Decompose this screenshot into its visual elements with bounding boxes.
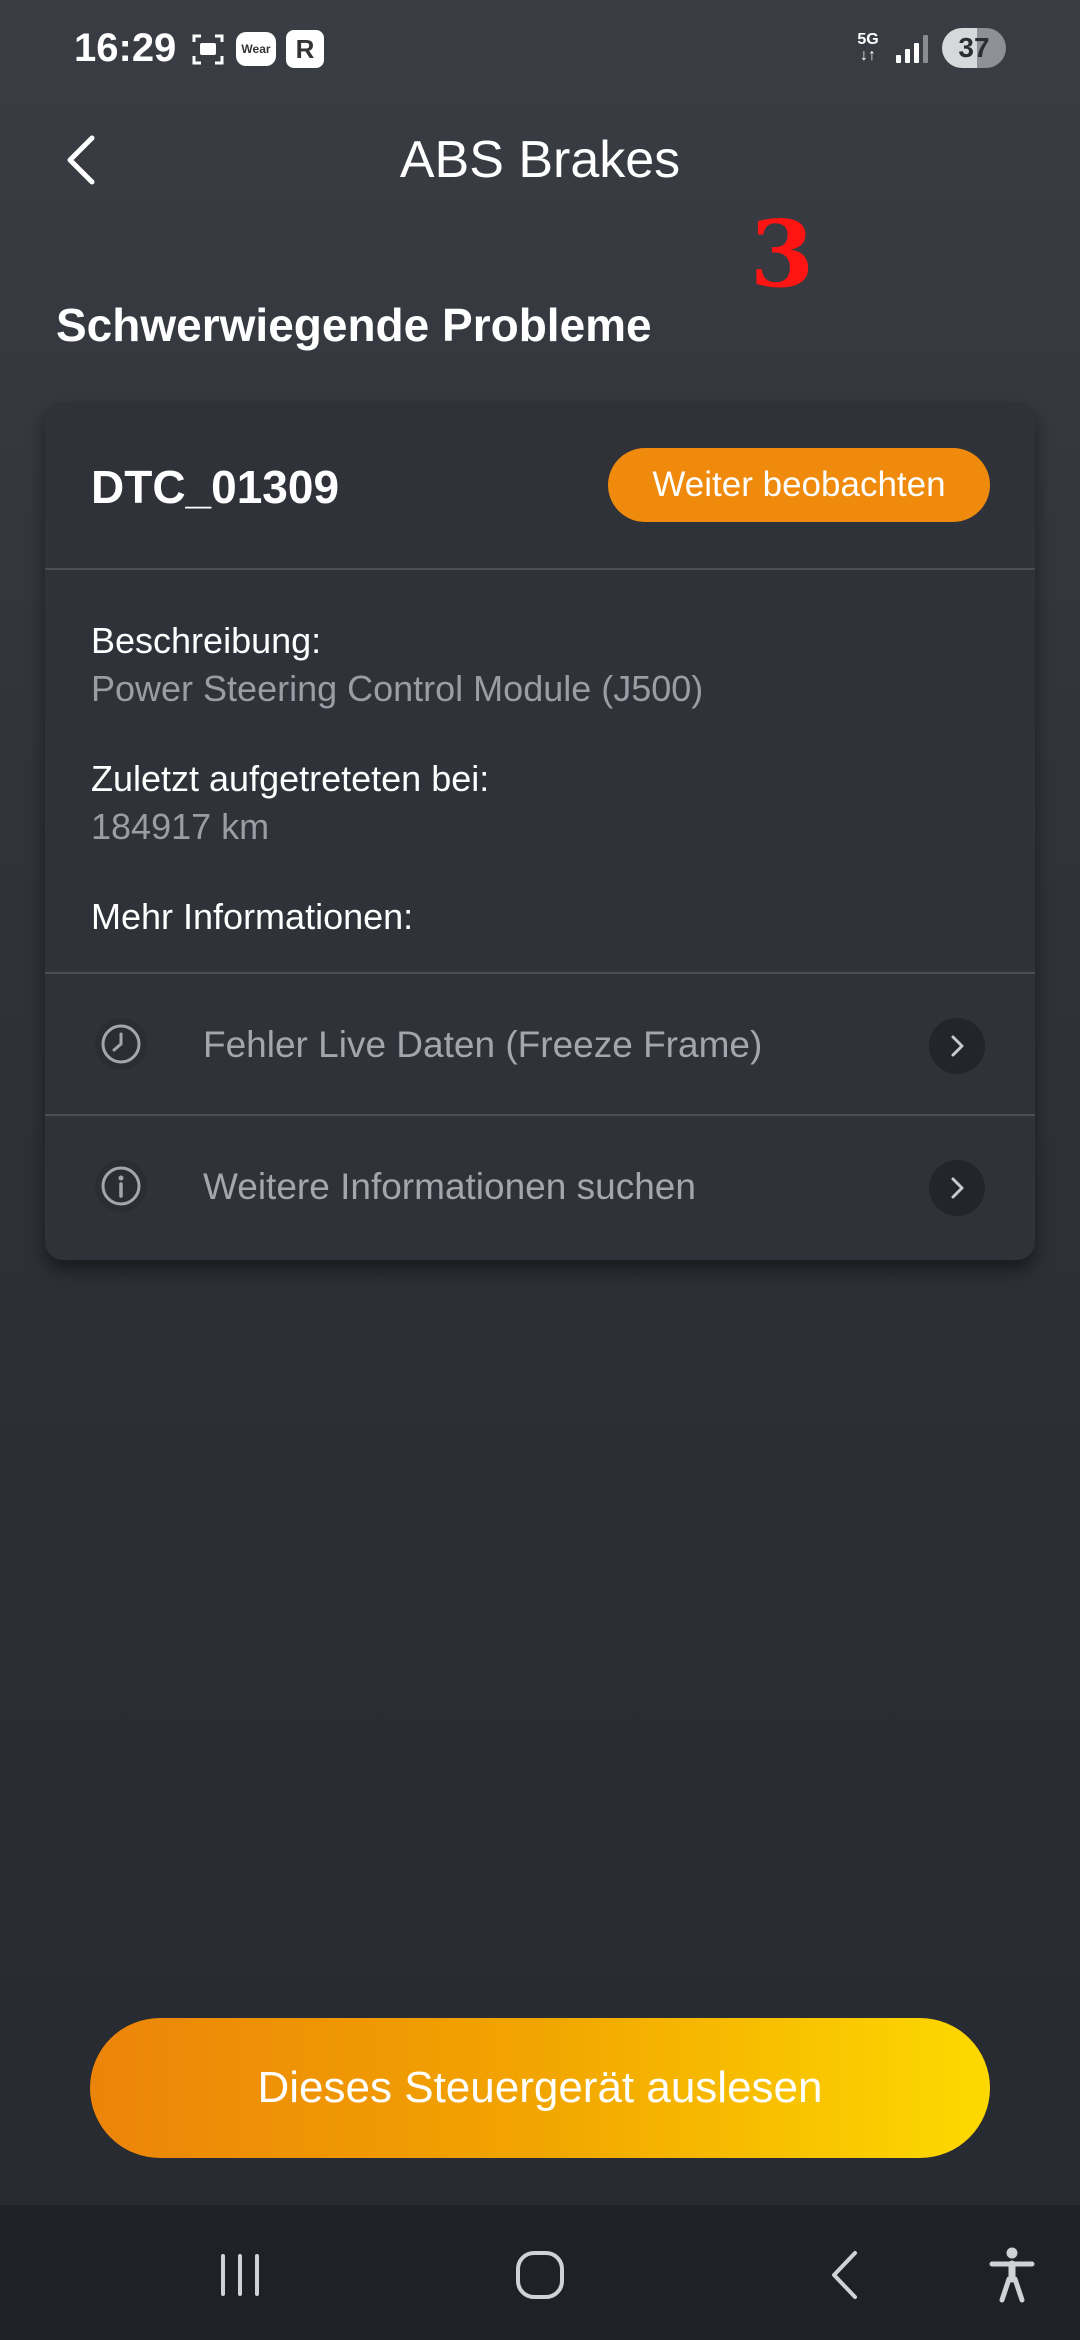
freeze-frame-label: Fehler Live Daten (Freeze Frame) (203, 1024, 763, 1065)
battery-icon: 37 (942, 28, 1006, 68)
more-info-label: Mehr Informationen: (91, 896, 414, 937)
nav-back-icon (832, 2251, 857, 2299)
recent-apps-button[interactable] (200, 2235, 280, 2315)
dtc-card: DTC_01309 Weiter beobachten Beschreibung… (45, 402, 1035, 1260)
read-control-unit-button[interactable]: Dieses Steuergerät auslesen (90, 2018, 990, 2158)
signal-icon (896, 33, 928, 63)
freeze-frame-row[interactable]: Fehler Live Daten (Freeze Frame) (45, 974, 1035, 1114)
data-arrows-icon: ↓↑ (860, 47, 876, 64)
continue-watching-button[interactable]: Weiter beobachten (608, 448, 990, 522)
nav-back-button[interactable] (805, 2235, 885, 2315)
section-title: Schwerwiegende Probleme (56, 299, 652, 351)
last-seen-value: 184917 km (91, 806, 270, 847)
network-label: 5G (857, 31, 879, 48)
divider (45, 568, 1035, 570)
search-more-info-row[interactable]: Weitere Informationen suchen (45, 1116, 1035, 1256)
network-type: 5G ↓↑ (854, 32, 882, 64)
info-icon (95, 1160, 147, 1212)
status-time: 16:29 (74, 26, 177, 70)
home-icon (516, 2251, 564, 2299)
page-title: ABS Brakes (399, 131, 681, 189)
accessibility-icon (989, 2247, 1035, 2303)
chevron-right-icon (929, 1018, 985, 1074)
system-nav-bar (0, 2205, 1080, 2340)
annotation-number: 3 (750, 200, 815, 308)
status-bar: 16:29 Wear R 5G ↓↑ 37 (0, 0, 1080, 100)
status-system-icons: 5G ↓↑ 37 (854, 28, 1006, 68)
description-value: Power Steering Control Module (J500) (91, 668, 704, 709)
dtc-code: DTC_01309 (91, 461, 340, 513)
screenshot-icon (190, 31, 226, 67)
recent-apps-icon (221, 2254, 259, 2296)
wear-icon: Wear (236, 32, 276, 66)
description-label: Beschreibung: (91, 620, 322, 661)
last-seen-label: Zuletzt aufgetreteten bei: (91, 758, 490, 799)
dtc-card-header: DTC_01309 Weiter beobachten (45, 402, 1035, 568)
chevron-right-icon (929, 1160, 985, 1216)
accessibility-button[interactable] (972, 2235, 1052, 2315)
search-more-info-label: Weitere Informationen suchen (203, 1166, 696, 1207)
r-app-icon: R (286, 30, 324, 68)
home-button[interactable] (500, 2235, 580, 2315)
clock-icon (95, 1018, 147, 1070)
status-notification-icons: Wear R (190, 30, 324, 68)
